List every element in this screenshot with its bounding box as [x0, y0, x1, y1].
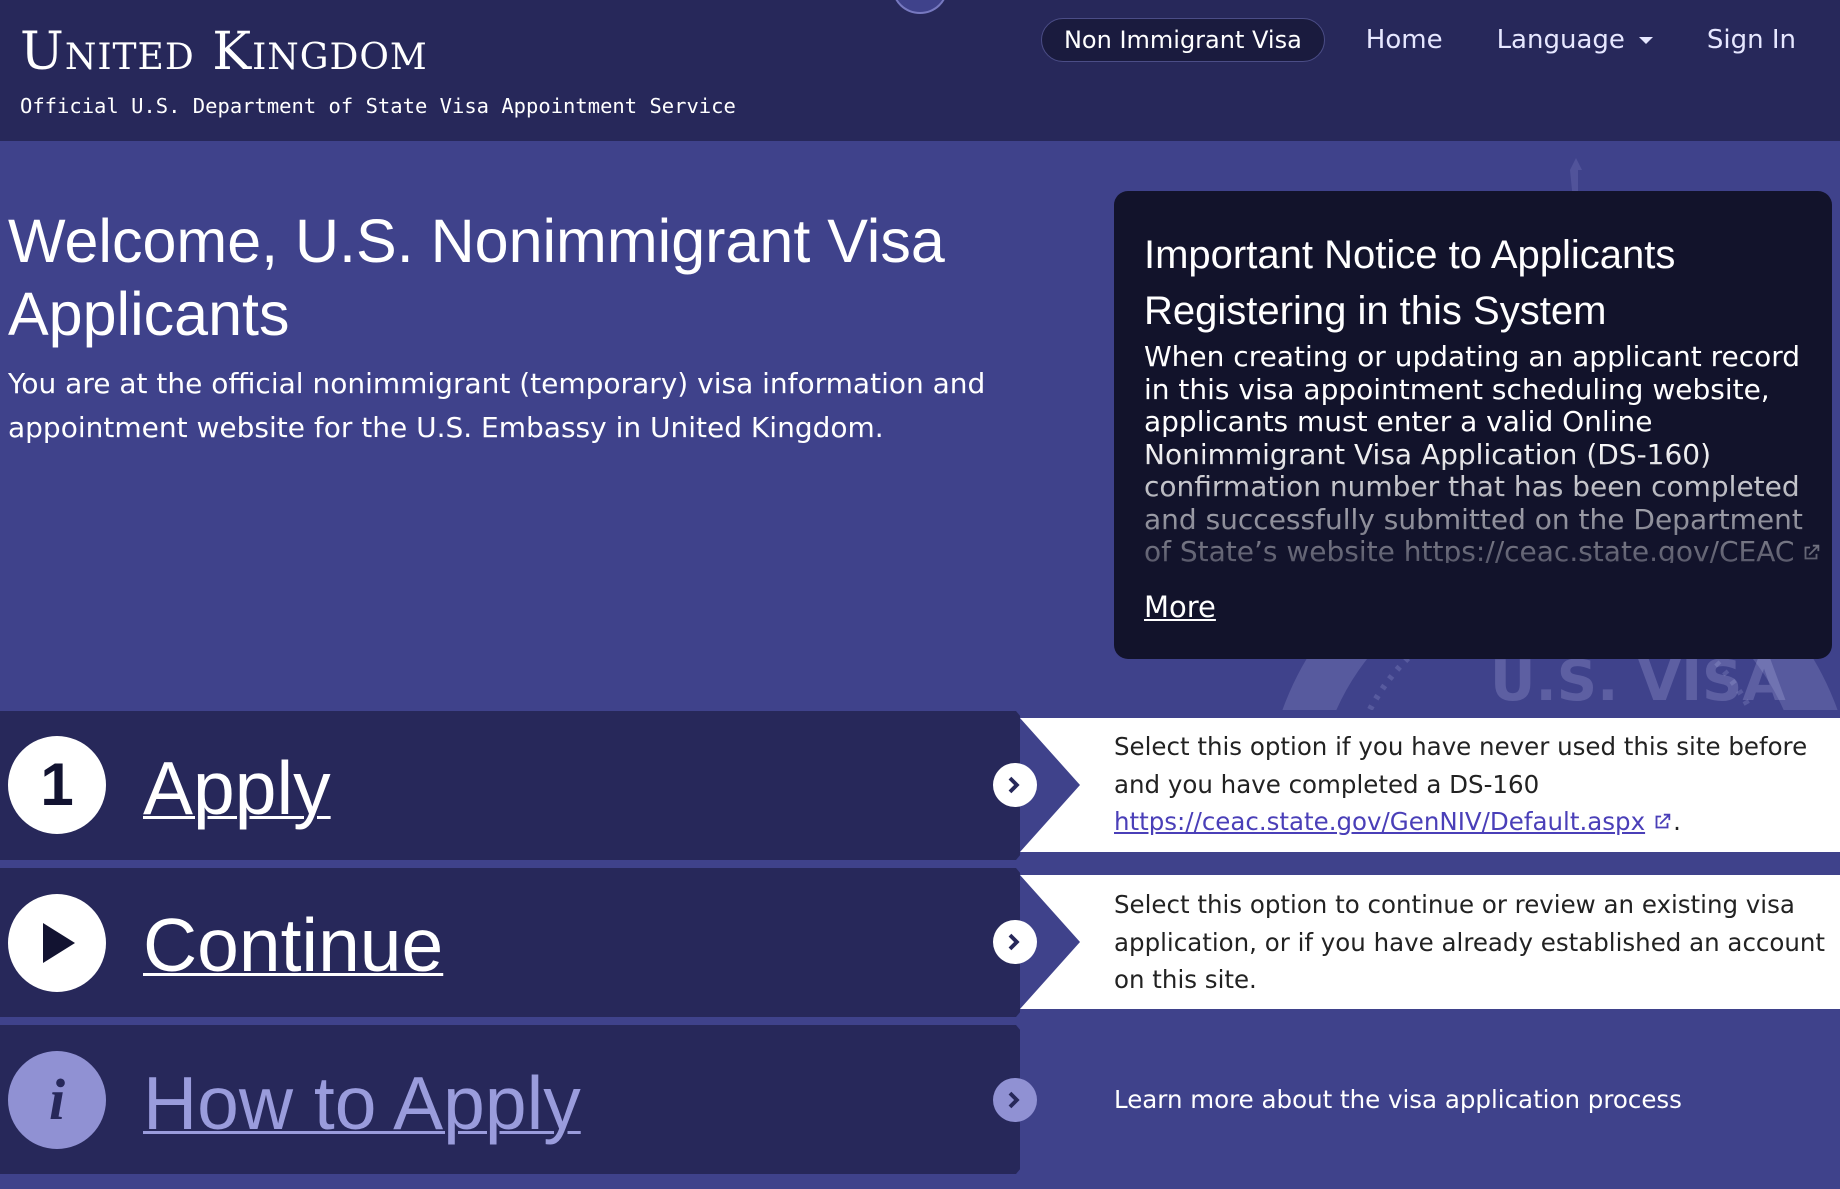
welcome-text: You are at the official nonimmigrant (te…	[8, 367, 986, 444]
apply-description-text: Select this option if you have never use…	[1114, 732, 1808, 799]
info-glyph: i	[48, 1067, 66, 1132]
ceac-link[interactable]: https://ceac.state.gov/CEAC	[1404, 535, 1823, 563]
ds160-link[interactable]: https://ceac.state.gov/GenNIV/Default.as…	[1114, 807, 1673, 836]
page-title: Welcome, U.S. Nonimmigrant Visa Applican…	[8, 207, 945, 348]
nav-language-dropdown[interactable]: Language	[1497, 25, 1653, 55]
site-title[interactable]: United Kingdom	[20, 20, 428, 84]
seal-icon	[892, 0, 948, 14]
external-link-icon	[1805, 544, 1820, 560]
chevron-glyph	[1008, 933, 1020, 951]
apply-description: Select this option if you have never use…	[1114, 728, 1830, 841]
chevron-right-icon[interactable]	[993, 920, 1037, 964]
how-to-apply-description: Learn more about the visa application pr…	[1114, 1085, 1682, 1114]
continue-description: Select this option to continue or review…	[1114, 890, 1826, 994]
play-icon[interactable]	[8, 894, 106, 992]
step-one-number: 1	[40, 751, 74, 818]
caret-down-icon	[1638, 36, 1653, 44]
chevron-glyph	[1008, 1091, 1020, 1109]
apply-link[interactable]: Apply	[143, 743, 331, 833]
site-subtitle: Official U.S. Department of State Visa A…	[20, 94, 736, 118]
ceac-link-text: https://ceac.state.gov/CEAC	[1403, 535, 1795, 563]
notice-body-text: When creating or updating an applicant r…	[1144, 341, 1803, 563]
notice-body: When creating or updating an applicant r…	[1144, 341, 1824, 563]
continue-link[interactable]: Continue	[143, 900, 443, 990]
external-link-icon	[1655, 813, 1671, 829]
nav-home[interactable]: Home	[1366, 25, 1443, 55]
nav-sign-in[interactable]: Sign In	[1707, 25, 1796, 55]
step-one-icon[interactable]: 1	[8, 736, 106, 834]
ds160-link-text: https://ceac.state.gov/GenNIV/Default.as…	[1114, 807, 1646, 836]
apply-link-suffix: .	[1673, 807, 1681, 836]
nav-non-immigrant-visa[interactable]: Non Immigrant Visa	[1040, 18, 1325, 62]
chevron-glyph	[1008, 776, 1020, 794]
nav-language-label: Language	[1496, 25, 1625, 55]
chevron-right-icon[interactable]	[993, 763, 1037, 807]
play-glyph	[43, 923, 75, 963]
notice-title: Important Notice to Applicants Registeri…	[1144, 233, 1676, 333]
info-icon[interactable]: i	[8, 1051, 106, 1149]
how-to-apply-link[interactable]: How to Apply	[143, 1058, 581, 1148]
chevron-right-icon[interactable]	[993, 1078, 1037, 1122]
important-notice-card: Important Notice to Applicants Registeri…	[1114, 191, 1832, 659]
site-header: United Kingdom Official U.S. Department …	[0, 0, 1840, 141]
main-nav: Non Immigrant Visa Home Language Sign In	[1040, 18, 1840, 62]
notice-more-link[interactable]: More	[1144, 589, 1216, 625]
